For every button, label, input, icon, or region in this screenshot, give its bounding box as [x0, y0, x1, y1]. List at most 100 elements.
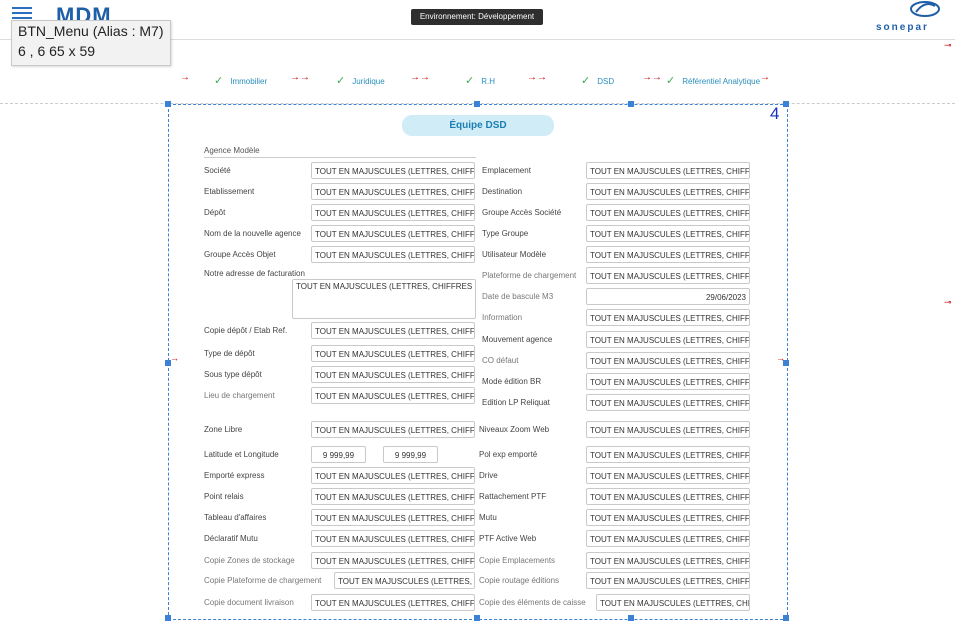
input-pol-exp-emporte[interactable]: TOUT EN MAJUSCULES (LETTRES, CHIFFRES ET — [586, 446, 750, 463]
label-copie-elements-caisse: Copie des éléments de caisse — [479, 598, 586, 607]
label-copie-emplacements: Copie Emplacements — [479, 556, 556, 565]
input-declaratif-mutu[interactable]: TOUT EN MAJUSCULES (LETTRES, CHIFFRES ET — [311, 530, 475, 547]
input-mutu[interactable]: TOUT EN MAJUSCULES (LETTRES, CHIFFRES ET — [586, 509, 750, 526]
input-zone-libre[interactable]: TOUT EN MAJUSCULES (LETTRES, CHIFFRES ET — [311, 421, 475, 438]
input-plateforme-chargement[interactable]: TOUT EN MAJUSCULES (LETTRES, CHIFFRES ET — [586, 267, 750, 284]
page-number: 4 — [770, 104, 780, 123]
input-copie-emplacements[interactable]: TOUT EN MAJUSCULES (LETTRES, CHIFFRES ET — [586, 552, 750, 569]
label-societe: Société — [204, 166, 231, 175]
input-longitude[interactable]: 9 999,99 — [383, 446, 438, 463]
label-point-relais: Point relais — [204, 492, 244, 501]
resize-handle[interactable] — [474, 101, 480, 107]
label-emplacement: Emplacement — [482, 166, 531, 175]
textarea-adresse-facturation[interactable]: TOUT EN MAJUSCULES (LETTRES, CHIFFRES ET — [292, 279, 476, 319]
debug-tooltip: BTN_Menu (Alias : M7) 6 , 6 65 x 59 — [11, 20, 171, 66]
hamburger-icon — [12, 7, 32, 9]
input-copie-depot[interactable]: TOUT EN MAJUSCULES (LETTRES, CHIFFRES ET — [311, 322, 475, 339]
label-copie-zones-stockage: Copie Zones de stockage — [204, 556, 295, 565]
tab-rh[interactable]: ✓ R.H — [465, 74, 495, 88]
label-co-defaut: CO défaut — [482, 356, 519, 365]
input-type-depot[interactable]: TOUT EN MAJUSCULES (LETTRES, CHIFFRES ET — [311, 345, 475, 362]
input-groupe-acces-objet[interactable]: TOUT EN MAJUSCULES (LETTRES, CHIFFRES ET — [311, 246, 475, 263]
label-information: Information — [482, 313, 523, 322]
resize-handle[interactable] — [783, 615, 789, 621]
input-copie-document-livraison[interactable]: TOUT EN MAJUSCULES (LETTRES, CHIFFRES ET — [311, 594, 475, 611]
label-zone-libre: Zone Libre — [204, 425, 243, 434]
tab-juridique[interactable]: ✓ Juridique — [336, 74, 385, 88]
input-nom-agence[interactable]: TOUT EN MAJUSCULES (LETTRES, CHIFFRES ET — [311, 225, 475, 242]
menu-button[interactable] — [12, 7, 32, 21]
label-plateforme-chargement: Plateforme de chargement — [482, 271, 577, 280]
label-rattachement-ptf: Rattachement PTF — [479, 492, 547, 501]
input-sous-type-depot[interactable]: TOUT EN MAJUSCULES (LETTRES, CHIFFRES ET — [311, 366, 475, 383]
resize-handle[interactable] — [783, 101, 789, 107]
check-icon: ✓ — [465, 75, 475, 87]
section-title: Agence Modèle — [204, 146, 260, 155]
resize-handle[interactable] — [628, 615, 634, 621]
label-edition-lp-reliquat: Edition LP Reliquat — [482, 398, 550, 407]
input-tableau-affaires[interactable]: TOUT EN MAJUSCULES (LETTRES, CHIFFRES ET — [311, 509, 475, 526]
input-copie-elements-caisse[interactable]: TOUT EN MAJUSCULES (LETTRES, CHIFFRES ET — [596, 594, 750, 611]
input-edition-lp-reliquat[interactable]: TOUT EN MAJUSCULES (LETTRES, CHIFFRES ET — [586, 394, 750, 411]
environment-badge: Environnement: Développement — [411, 9, 543, 25]
check-icon: ✓ — [581, 75, 591, 87]
resize-handle[interactable] — [165, 360, 171, 366]
resize-handle[interactable] — [474, 615, 480, 621]
label-ptf-active-web: PTF Active Web — [479, 534, 537, 543]
label-niveaux-zoom-web: Niveaux Zoom Web — [479, 425, 550, 434]
input-copie-routage-editions[interactable]: TOUT EN MAJUSCULES (LETTRES, CHIFFRES ET — [586, 572, 750, 589]
input-copie-plateforme[interactable]: TOUT EN MAJUSCULES (LETTRES, CHIFFRES ET — [334, 572, 475, 589]
input-etablissement[interactable]: TOUT EN MAJUSCULES (LETTRES, CHIFFRES ET — [311, 183, 475, 200]
input-date-bascule[interactable]: 29/06/2023 — [586, 288, 750, 305]
label-emporte-express: Emporté express — [204, 471, 265, 480]
input-rattachement-ptf[interactable]: TOUT EN MAJUSCULES (LETTRES, CHIFFRES ET — [586, 488, 750, 505]
label-destination: Destination — [482, 187, 523, 196]
check-icon: ✓ — [336, 75, 346, 87]
label-declaratif-mutu: Déclaratif Mutu — [204, 534, 258, 543]
label-mode-edition-br: Mode édition BR — [482, 377, 542, 386]
input-mode-edition-br[interactable]: TOUT EN MAJUSCULES (LETTRES, CHIFFRES ET — [586, 373, 750, 390]
section-divider — [204, 157, 476, 158]
input-ptf-active-web[interactable]: TOUT EN MAJUSCULES (LETTRES, CHIFFRES ET — [586, 530, 750, 547]
anchor-icon: ⊸ — [944, 40, 952, 50]
input-mouvement-agence[interactable]: TOUT EN MAJUSCULES (LETTRES, CHIFFRES ET — [586, 331, 750, 348]
link-arrow-icon: →→ — [290, 72, 310, 83]
resize-handle[interactable] — [165, 101, 171, 107]
resize-handle[interactable] — [783, 360, 789, 366]
link-arrow-icon: → — [760, 72, 770, 83]
input-type-groupe[interactable]: TOUT EN MAJUSCULES (LETTRES, CHIFFRES ET — [586, 225, 750, 242]
anchor-icon: ⊸ — [944, 297, 952, 307]
input-destination[interactable]: TOUT EN MAJUSCULES (LETTRES, CHIFFRES ET — [586, 183, 750, 200]
input-emporte-express[interactable]: TOUT EN MAJUSCULES (LETTRES, CHIFFRES ET — [311, 467, 475, 484]
input-depot[interactable]: TOUT EN MAJUSCULES (LETTRES, CHIFFRES ET — [311, 204, 475, 221]
input-copie-zones-stockage[interactable]: TOUT EN MAJUSCULES (LETTRES, CHIFFRES ET — [311, 552, 475, 569]
input-groupe-acces-societe[interactable]: TOUT EN MAJUSCULES (LETTRES, CHIFFRES ET — [586, 204, 750, 221]
input-societe[interactable]: TOUT EN MAJUSCULES (LETTRES, CHIFFRES ET — [311, 162, 475, 179]
label-utilisateur-modele: Utilisateur Modèle — [482, 250, 547, 259]
label-latitude-longitude: Latitude et Longitude — [204, 450, 279, 459]
input-lieu-chargement[interactable]: TOUT EN MAJUSCULES (LETTRES, CHIFFRES ET — [311, 387, 475, 404]
label-mutu: Mutu — [479, 513, 497, 522]
tab-referentiel-analytique[interactable]: ✓ Référentiel Analytique — [666, 74, 760, 88]
input-information[interactable]: TOUT EN MAJUSCULES (LETTRES, CHIFFRES ET — [586, 309, 750, 326]
label-copie-depot: Copie dépôt / Etab Ref. — [204, 326, 288, 335]
input-utilisateur-modele[interactable]: TOUT EN MAJUSCULES (LETTRES, CHIFFRES ET — [586, 246, 750, 263]
input-co-defaut[interactable]: TOUT EN MAJUSCULES (LETTRES, CHIFFRES ET — [586, 352, 750, 369]
link-arrow-icon: →→ — [642, 72, 662, 83]
label-type-groupe: Type Groupe — [482, 229, 529, 238]
resize-handle[interactable] — [165, 615, 171, 621]
form-title: Équipe DSD — [402, 115, 554, 136]
tab-immobilier[interactable]: ✓ Immobilier — [214, 74, 267, 88]
tooltip-title: BTN_Menu (Alias : M7) — [18, 23, 164, 39]
input-niveaux-zoom-web[interactable]: TOUT EN MAJUSCULES (LETTRES, CHIFFRES ET — [586, 421, 750, 438]
label-drive: Drive — [479, 471, 498, 480]
tab-dsd[interactable]: ✓ DSD — [581, 74, 614, 88]
input-latitude[interactable]: 9 999,99 — [311, 446, 366, 463]
input-drive[interactable]: TOUT EN MAJUSCULES (LETTRES, CHIFFRES ET — [586, 467, 750, 484]
check-icon: ✓ — [214, 75, 224, 87]
resize-handle[interactable] — [628, 101, 634, 107]
input-emplacement[interactable]: TOUT EN MAJUSCULES (LETTRES, CHIFFRES ET — [586, 162, 750, 179]
link-arrow-icon: → — [180, 72, 190, 83]
input-point-relais[interactable]: TOUT EN MAJUSCULES (LETTRES, CHIFFRES ET — [311, 488, 475, 505]
label-tableau-affaires: Tableau d'affaires — [204, 513, 267, 522]
